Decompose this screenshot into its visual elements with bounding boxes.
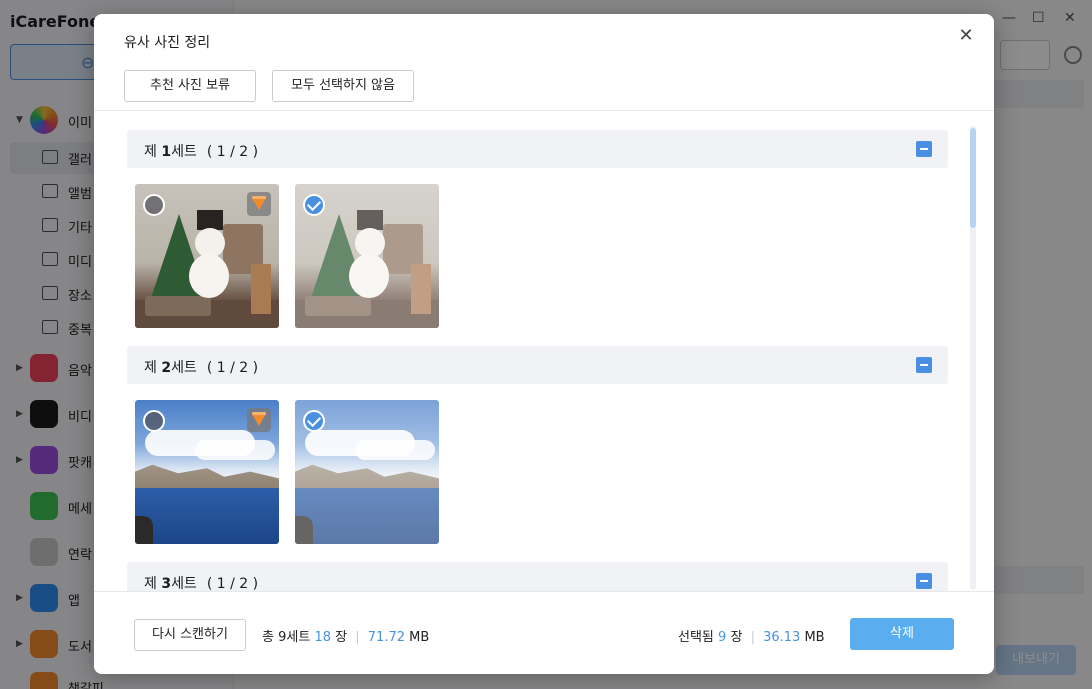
recommended-gem-icon <box>247 408 271 432</box>
set-suffix: 세트 <box>171 360 197 376</box>
set-title: 제 3세트 ( 1 / 2 ) <box>144 573 258 591</box>
selected-unit: 장 <box>730 630 743 645</box>
recommended-gem-icon <box>247 192 271 216</box>
collapse-checkbox[interactable] <box>916 357 932 373</box>
total-summary: 총 9세트 18 장 | 71.72 MB <box>262 626 429 645</box>
set-header: 제 3세트 ( 1 / 2 ) <box>127 562 948 591</box>
keep-recommended-button[interactable]: 추천 사진 보류 <box>124 70 256 102</box>
set-number: 1 <box>161 144 172 160</box>
set-header: 제 1세트 ( 1 / 2 ) <box>127 130 948 168</box>
total-count: 18 <box>314 630 331 645</box>
selected-summary: 선택됨 9 장 | 36.13 MB <box>678 626 825 645</box>
set-prefix: 제 <box>144 576 162 591</box>
set-count: ( 1 / 2 ) <box>206 144 259 160</box>
total-size: 71.72 <box>367 630 405 645</box>
set-number: 3 <box>161 576 172 591</box>
total-sets: 총 9세트 <box>262 630 311 645</box>
selected-size: 36.13 <box>763 630 801 645</box>
photo-thumbnail[interactable] <box>295 400 439 544</box>
set-header: 제 2세트 ( 1 / 2 ) <box>127 346 948 384</box>
similar-photos-dialog: 유사 사진 정리 ✕ 추천 사진 보류 모두 선택하지 않음 제 1세트( 1 … <box>94 14 994 674</box>
delete-button[interactable]: 삭제 <box>850 618 954 650</box>
selected-size-unit: MB <box>804 630 825 645</box>
scrollbar-thumb[interactable] <box>970 128 976 228</box>
deselect-all-button[interactable]: 모두 선택하지 않음 <box>272 70 414 102</box>
set-suffix: 세트 <box>171 144 197 160</box>
select-radio-checked[interactable] <box>303 194 325 216</box>
selected-label: 선택됨 <box>678 630 714 645</box>
set-count: ( 1 / 2 ) <box>206 360 259 376</box>
collapse-checkbox[interactable] <box>916 573 932 589</box>
photo-thumbnail[interactable] <box>295 184 439 328</box>
photo-thumbnail[interactable] <box>135 184 279 328</box>
selected-count: 9 <box>718 630 727 645</box>
close-icon[interactable]: ✕ <box>956 26 976 46</box>
set-prefix: 제 <box>144 360 162 376</box>
select-radio[interactable] <box>143 410 165 432</box>
set-prefix: 제 <box>144 144 162 160</box>
sets-list: 제 1세트( 1 / 2 ) 제 2세트( 1 / 2 ) 제 3세트 (1 … <box>94 111 994 591</box>
total-size-unit: MB <box>409 630 430 645</box>
rescan-button[interactable]: 다시 스캔하기 <box>134 619 246 651</box>
collapse-checkbox[interactable] <box>916 141 932 157</box>
photo-thumbnail[interactable] <box>135 400 279 544</box>
dialog-footer: 다시 스캔하기 총 9세트 18 장 | 71.72 MB 선택됨 9 장 | … <box>94 591 994 674</box>
set-suffix: 세트 <box>171 576 197 591</box>
select-radio-checked[interactable] <box>303 410 325 432</box>
separator: | <box>355 630 360 645</box>
total-unit: 장 <box>335 630 348 645</box>
dialog-title: 유사 사진 정리 <box>124 35 211 51</box>
separator: | <box>750 630 755 645</box>
set-count: ( 1 / 2 ) <box>206 576 259 591</box>
set-title: 제 2세트 ( 1 / 2 ) <box>144 357 258 377</box>
select-radio[interactable] <box>143 194 165 216</box>
set-title: 제 1세트 ( 1 / 2 ) <box>144 141 258 161</box>
set-number: 2 <box>161 360 172 376</box>
